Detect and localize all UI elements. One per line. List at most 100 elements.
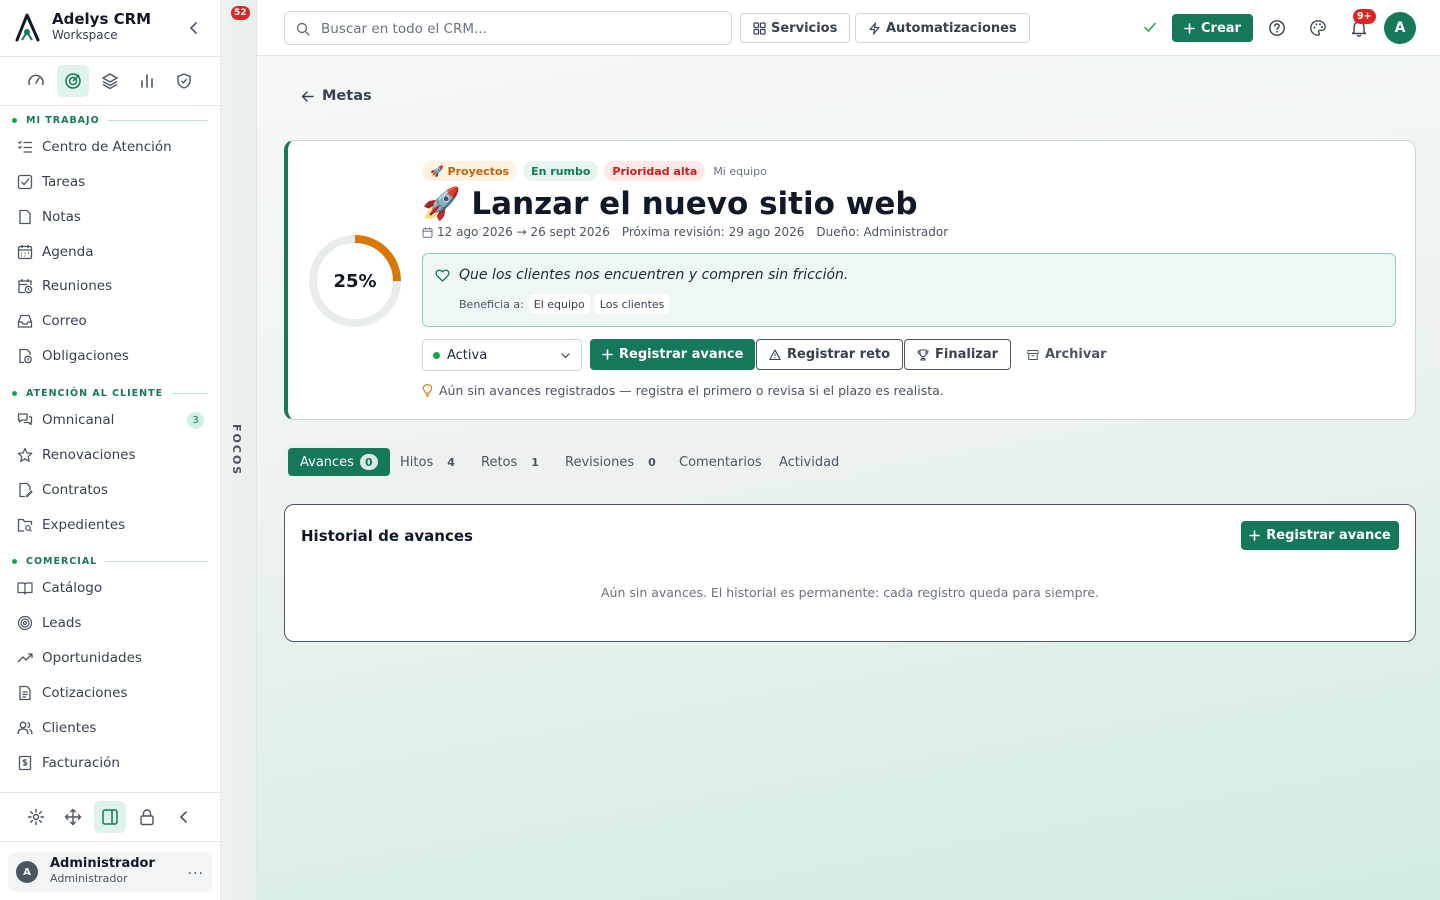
- tab-retos[interactable]: Retos 1: [469, 448, 551, 476]
- sidebar-item-oportunidades[interactable]: Oportunidades: [8, 642, 212, 674]
- finish-button[interactable]: Finalizar: [904, 339, 1012, 370]
- page-title: 🚀 Lanzar el nuevo sitio web: [422, 186, 918, 222]
- chevron-left-icon[interactable]: [168, 801, 200, 833]
- archive-label: Archivar: [1045, 347, 1107, 362]
- calendar-icon: [422, 227, 433, 238]
- sidebar-item-contratos[interactable]: Contratos: [8, 474, 212, 506]
- back-label: Metas: [322, 88, 372, 104]
- section-label: MI TRABAJO: [26, 114, 100, 126]
- sidebar-item-omnicanal[interactable]: Omnicanal 3: [8, 404, 212, 436]
- gear-icon[interactable]: [20, 801, 52, 833]
- sidebar-item-expedientes[interactable]: Expedientes: [8, 509, 212, 541]
- goal-card: 25% 🚀 Proyectos En rumbo Prioridad alta …: [284, 140, 1416, 420]
- topbar: Servicios Automatizaciones Crear 9+ A: [257, 0, 1440, 56]
- sidebar-item-label: Reuniones: [42, 278, 113, 294]
- tab-actividad[interactable]: Actividad: [767, 448, 851, 476]
- create-button[interactable]: Crear: [1172, 14, 1253, 42]
- register-progress-button[interactable]: Registrar avance: [1241, 521, 1399, 550]
- user-card[interactable]: A Administrador Administrador ...: [8, 852, 212, 892]
- section-comercial: COMERCIAL: [12, 554, 208, 568]
- sidebar-item-centro-de-atencion[interactable]: Centro de Atención: [8, 131, 212, 163]
- register-challenge-button[interactable]: Registrar reto: [756, 339, 904, 370]
- status-select[interactable]: Activa: [422, 339, 582, 371]
- sidebar-item-label: Oportunidades: [42, 650, 142, 666]
- tab-revisiones[interactable]: Revisiones 0: [553, 448, 668, 476]
- sidebar-item-cotizaciones[interactable]: Cotizaciones: [8, 677, 212, 709]
- tab-label: Comentarios: [679, 454, 762, 470]
- sidebar-item-leads[interactable]: Leads: [8, 607, 212, 639]
- tab-hitos[interactable]: Hitos 4: [388, 448, 467, 476]
- trending-up-icon: [16, 649, 34, 667]
- beneficiaries: Beneficia a: El equipo Los clientes: [459, 294, 670, 314]
- section-mi-trabajo: MI TRABAJO: [12, 113, 208, 127]
- sidebar-item-label: Tareas: [42, 174, 86, 190]
- avatar[interactable]: A: [1384, 12, 1416, 44]
- users-icon: [16, 719, 34, 737]
- sidebar-item-reuniones[interactable]: Reuniones: [8, 270, 212, 302]
- check-icon: [1143, 20, 1157, 34]
- chevron-left-icon[interactable]: [186, 20, 202, 36]
- sidebar-item-label: Agenda: [42, 244, 94, 260]
- palette-icon[interactable]: [1306, 16, 1330, 40]
- register-challenge-label: Registrar reto: [787, 347, 891, 362]
- section-dot: [12, 558, 17, 564]
- sidebar-item-obligaciones[interactable]: Obligaciones: [8, 340, 212, 372]
- lock-icon[interactable]: [131, 801, 163, 833]
- progress-hint: Aún sin avances registrados — registra e…: [422, 383, 944, 398]
- tab-label: Hitos: [400, 454, 434, 470]
- sidebar-item-label: Renovaciones: [42, 447, 136, 463]
- file-clock-icon: [16, 347, 34, 365]
- shield-icon[interactable]: [168, 65, 200, 97]
- more-icon[interactable]: ...: [188, 862, 204, 878]
- servicios-button[interactable]: Servicios: [740, 13, 851, 43]
- search-input[interactable]: [321, 18, 721, 40]
- star-icon: [16, 446, 34, 464]
- gauge-icon[interactable]: [20, 65, 52, 97]
- sidebar-item-agenda[interactable]: Agenda: [8, 236, 212, 268]
- tab-count: 0: [359, 454, 378, 470]
- automatizaciones-button[interactable]: Automatizaciones: [855, 13, 1030, 43]
- sidebar-item-label: Leads: [42, 615, 82, 631]
- layers-icon[interactable]: [94, 65, 126, 97]
- inbox-icon: [16, 312, 34, 330]
- search-icon: [296, 22, 310, 36]
- help-icon[interactable]: [1265, 16, 1289, 40]
- tab-comentarios[interactable]: Comentarios: [667, 448, 774, 476]
- archive-icon: [1027, 349, 1039, 361]
- user-name: Administrador: [50, 856, 155, 871]
- tab-label: Revisiones: [565, 454, 635, 470]
- sidebar-item-notas[interactable]: Notas: [8, 201, 212, 233]
- sidebar-item-facturacion[interactable]: Facturación: [8, 747, 212, 779]
- bar-chart-icon[interactable]: [131, 65, 163, 97]
- panel-icon[interactable]: [94, 801, 126, 833]
- sidebar-item-label: Expedientes: [42, 517, 126, 533]
- focos-panel-toggle[interactable]: 52 FOCOS: [221, 0, 257, 900]
- sidebar-item-renovaciones[interactable]: Renovaciones: [8, 439, 212, 471]
- team-label: Mi equipo: [713, 164, 767, 178]
- sidebar-item-correo[interactable]: Correo: [8, 305, 212, 337]
- sidebar-item-tareas[interactable]: Tareas: [8, 166, 212, 198]
- history-empty-state: Aún sin avances. El historial es permane…: [600, 585, 1100, 600]
- goal-icon[interactable]: [57, 65, 89, 97]
- brand-name: Adelys CRM: [52, 10, 152, 28]
- plus-icon: [1184, 22, 1195, 34]
- sidebar-item-label: Cotizaciones: [42, 685, 128, 701]
- section-divider: [171, 392, 208, 394]
- sidebar-item-clientes[interactable]: Clientes: [8, 712, 212, 744]
- tab-avances[interactable]: Avances 0: [288, 448, 390, 476]
- category-badge: 🚀 Proyectos: [422, 161, 518, 181]
- tab-count: 4: [447, 455, 455, 469]
- main-content: Servicios Automatizaciones Crear 9+ A Me…: [257, 0, 1440, 900]
- user-role: Administrador: [50, 872, 128, 885]
- archive-button[interactable]: Archivar: [1015, 339, 1119, 370]
- sidebar-item-label: Correo: [42, 313, 87, 329]
- sidebar-tools: [0, 792, 220, 842]
- book-open-icon: [16, 579, 34, 597]
- section-atencion-al-cliente: ATENCIÓN AL CLIENTE: [12, 386, 208, 400]
- notification-badge: 9+: [1353, 9, 1376, 24]
- back-link[interactable]: Metas: [301, 88, 372, 104]
- search-box[interactable]: [284, 11, 732, 45]
- sidebar-item-catalogo[interactable]: Catálogo: [8, 572, 212, 604]
- move-icon[interactable]: [57, 801, 89, 833]
- register-progress-button[interactable]: Registrar avance: [590, 339, 756, 370]
